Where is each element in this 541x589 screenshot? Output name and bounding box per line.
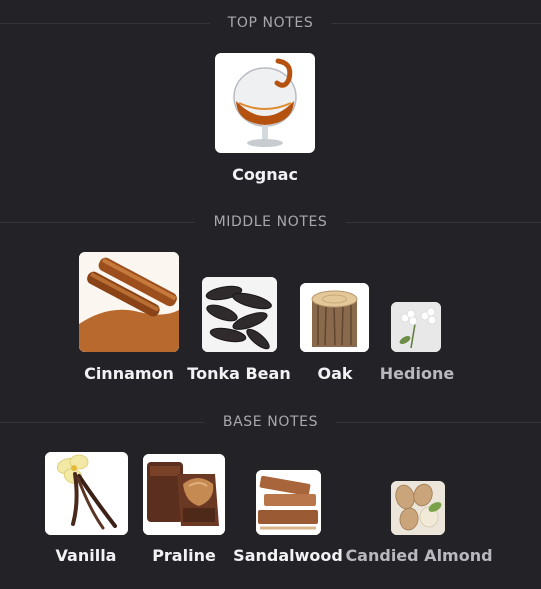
praline-chocolate-image[interactable] <box>143 454 225 535</box>
divider-line <box>0 222 195 223</box>
oak-log-image[interactable] <box>300 283 369 352</box>
divider-line <box>336 422 541 423</box>
note-label-candied-almond: Candied Almond <box>345 546 493 565</box>
divider-line <box>0 422 205 423</box>
divider-line <box>346 222 541 223</box>
cinnamon-sticks-image[interactable] <box>79 252 179 352</box>
cognac-glass-image[interactable] <box>215 53 315 153</box>
jasmine-flower-image[interactable] <box>391 302 441 352</box>
top-notes-header: TOP NOTES <box>0 13 541 33</box>
note-label-oak: Oak <box>317 364 353 383</box>
note-label-praline: Praline <box>152 546 216 565</box>
vanilla-flower-image[interactable] <box>45 452 128 535</box>
note-label-vanilla: Vanilla <box>55 546 117 565</box>
middle-notes-header: MIDDLE NOTES <box>0 212 541 232</box>
note-label-cinnamon: Cinnamon <box>84 364 174 383</box>
section-title: TOP NOTES <box>213 15 328 31</box>
divider-line <box>0 23 210 24</box>
note-label-hedione: Hedione <box>379 364 455 383</box>
divider-line <box>331 23 541 24</box>
base-notes-header: BASE NOTES <box>0 412 541 432</box>
section-title: BASE NOTES <box>208 414 333 430</box>
tonka-beans-image[interactable] <box>202 277 277 352</box>
note-label-sandalwood: Sandalwood <box>233 546 343 565</box>
sandalwood-sticks-image[interactable] <box>256 470 321 535</box>
almonds-image[interactable] <box>391 481 445 535</box>
section-title: MIDDLE NOTES <box>199 214 342 230</box>
note-label-tonka-bean: Tonka Bean <box>187 364 291 383</box>
note-label-cognac: Cognac <box>232 165 298 184</box>
